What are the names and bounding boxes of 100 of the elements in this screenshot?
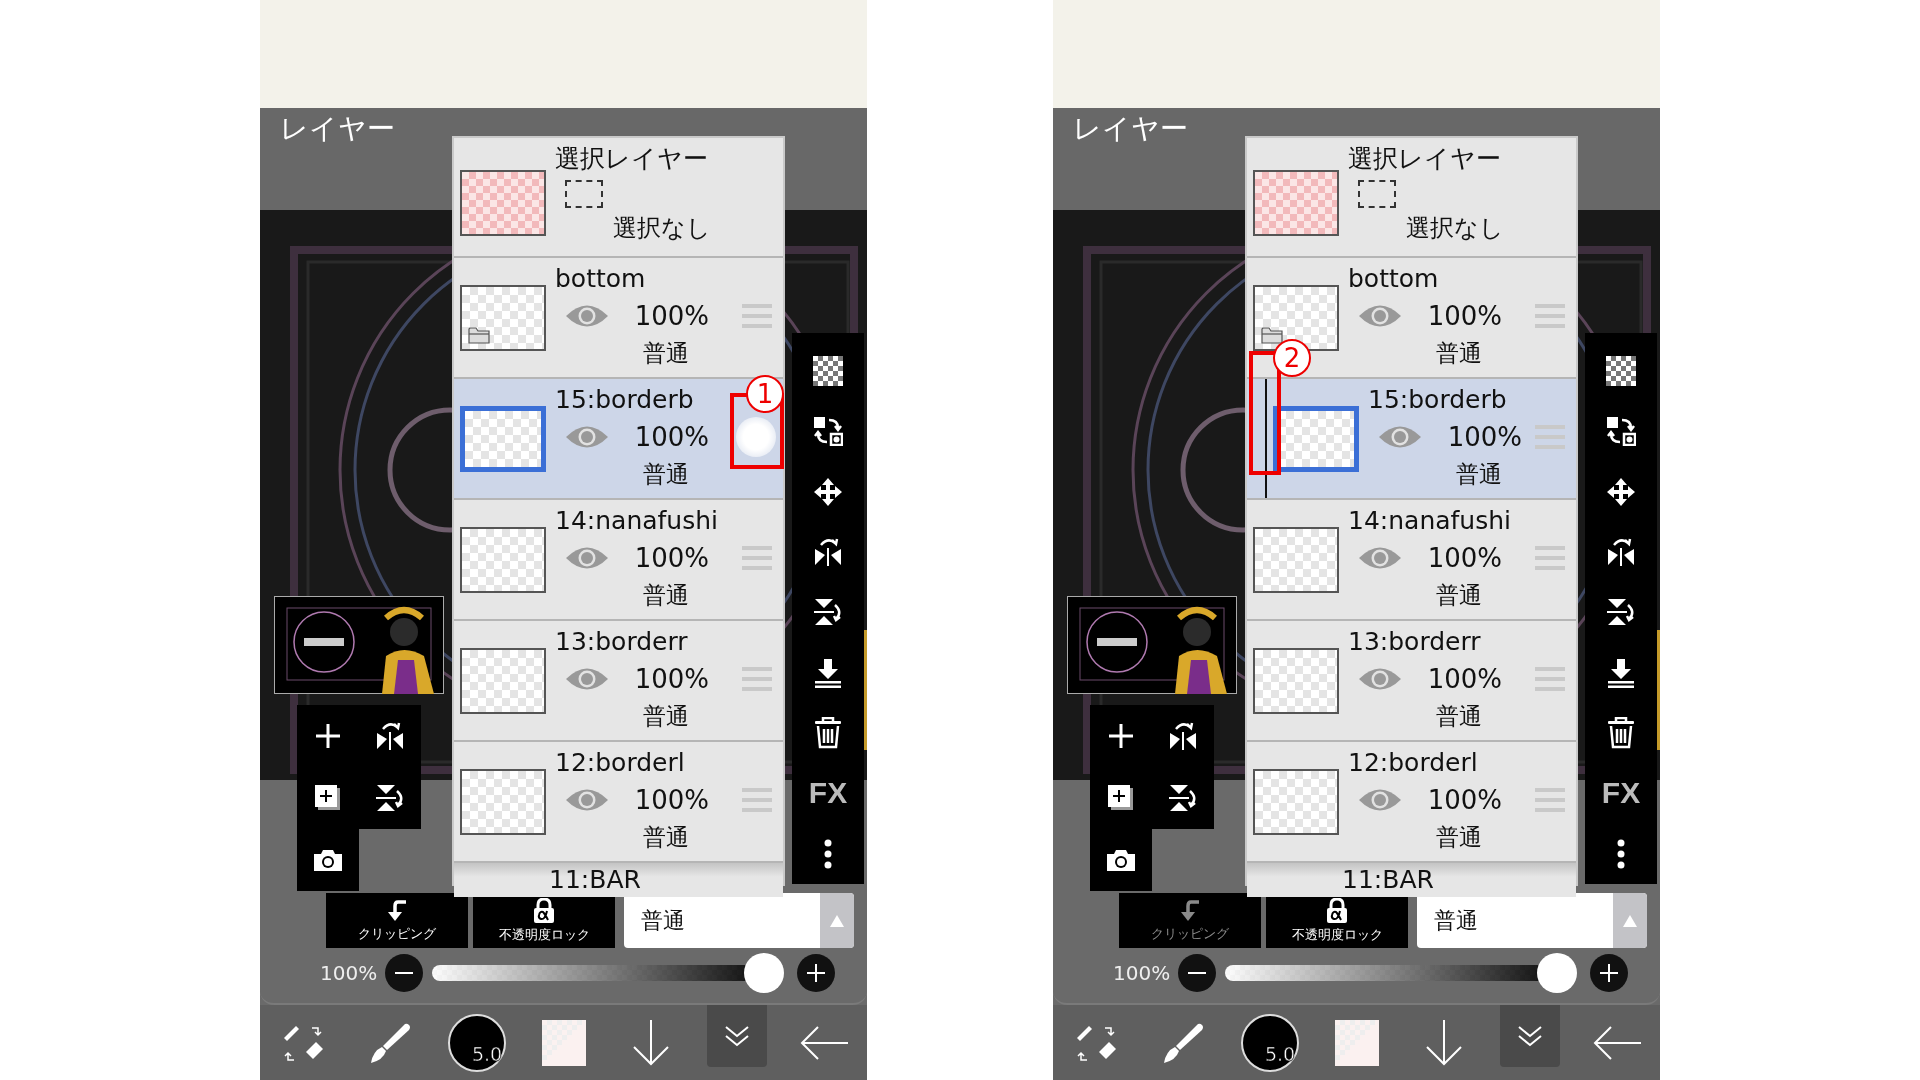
layer-name: 14:nanafushi [555,505,719,537]
layer-name: bottom [555,263,646,295]
flip-horizontal-icon[interactable] [375,721,405,751]
flip-vertical-icon[interactable] [375,783,405,813]
brush-size-button[interactable]: 5.0 [448,1013,507,1072]
blend-mode-value: 普通 [1433,906,1479,935]
layer-thumbnail[interactable] [1253,526,1339,593]
flip-horizontal-icon[interactable] [813,537,843,568]
flip-vertical-icon[interactable] [813,597,843,628]
clipping-button[interactable]: クリッピング [326,893,468,948]
padlock-alpha-icon [533,897,555,924]
drag-handle-icon[interactable] [1535,425,1565,449]
drag-handle-icon[interactable] [1535,667,1565,691]
blend-mode-label: 普通 [1436,581,1482,610]
swap-squares-icon[interactable] [813,416,843,447]
move-icon[interactable] [1606,476,1636,507]
blend-mode-dropdown[interactable]: 普通 [1417,893,1647,948]
layer-opacity: 100% [1426,785,1502,815]
drag-handle-icon[interactable] [1535,788,1565,812]
flip-horizontal-icon[interactable] [1168,721,1198,751]
selection-marquee-icon [565,180,603,208]
layer-opacity: 100% [633,422,709,452]
merge-down-icon[interactable] [1606,657,1636,688]
trash-icon[interactable] [1607,717,1635,750]
fx-button[interactable]: FX [808,776,848,811]
blend-mode-dropdown[interactable]: 普通 [624,893,854,948]
layer-opacity: 100% [633,543,709,573]
fx-button[interactable]: FX [1601,776,1641,811]
drag-handle-icon[interactable] [742,667,772,691]
flip-vertical-icon[interactable] [1168,783,1198,813]
add-layer-icon[interactable] [316,724,340,748]
slider-thumb[interactable] [744,953,784,993]
layer-thumbnail[interactable] [460,768,546,835]
layer-thumbnail[interactable] [460,647,546,714]
drag-handle-icon[interactable] [1535,546,1565,570]
checkerboard-icon[interactable] [1606,356,1636,387]
camera-icon[interactable] [1106,848,1136,872]
blend-mode-label: 普通 [643,339,689,368]
swap-squares-icon[interactable] [1606,416,1636,447]
layer-name: 15:borderb [555,384,694,416]
layer-name: 14:nanafushi [1348,505,1512,537]
clip-arrow-icon [1179,898,1201,923]
layer-row[interactable]: 15:borderb 100% 普通 [1247,379,1576,500]
color-swatch[interactable] [1334,1019,1379,1066]
minus-button-icon[interactable] [1177,953,1217,993]
double-chevron-down-icon [724,1025,751,1047]
opacity-slider[interactable] [432,953,784,993]
flip-vertical-icon[interactable] [1606,597,1636,628]
drag-handle-icon[interactable] [742,304,772,328]
duplicate-layer-icon[interactable] [1108,785,1134,811]
brush-icon[interactable] [369,1021,412,1064]
padlock-alpha-icon [1326,897,1348,924]
arrow-down-icon[interactable] [1423,1019,1464,1066]
triangle-up-icon [1623,914,1637,927]
brush-size-button[interactable]: 5.0 [1241,1013,1300,1072]
trash-icon[interactable] [814,717,842,750]
slider-thumb[interactable] [1537,953,1577,993]
checkerboard-icon[interactable] [813,356,843,387]
more-options-icon[interactable] [1617,838,1625,869]
brush-icon[interactable] [1162,1021,1205,1064]
move-icon[interactable] [813,476,843,507]
drag-handle-icon[interactable] [742,788,772,812]
collapse-button[interactable] [1500,1005,1561,1067]
layer-thumbnail[interactable] [1273,405,1359,472]
duplicate-layer-icon[interactable] [315,785,341,811]
blend-mode-label: 普通 [643,581,689,610]
selection-layer-row[interactable]: 選択レイヤー 選択なし [454,138,783,258]
blend-mode-label: 普通 [1436,339,1482,368]
add-layer-icon[interactable] [1109,724,1133,748]
layer-thumbnail[interactable] [460,284,546,351]
layer-opacity: 100% [1426,301,1502,331]
layer-thumbnail[interactable] [460,405,546,472]
drag-handle-icon[interactable] [742,546,772,570]
drag-handle-icon[interactable] [1535,304,1565,328]
flip-horizontal-icon[interactable] [1606,537,1636,568]
layer-thumbnail[interactable] [460,526,546,593]
layer-row[interactable]: 11:BAR [454,863,783,897]
back-arrow-icon[interactable] [1592,1025,1641,1060]
layer-row[interactable]: 11:BAR [1247,863,1576,897]
plus-button-icon[interactable] [796,953,836,993]
layer-thumbnail[interactable] [1253,647,1339,714]
plus-button-icon[interactable] [1589,953,1629,993]
layer-thumbnail[interactable] [1253,768,1339,835]
layer-opacity: 100% [1426,543,1502,573]
selection-status: 選択なし [1406,213,1504,244]
arrow-down-icon[interactable] [630,1019,671,1066]
layer-name: 15:borderb [1368,384,1507,416]
minus-button-icon[interactable] [384,953,424,993]
blend-mode-label: 普通 [643,460,689,489]
back-arrow-icon[interactable] [799,1025,848,1060]
blend-mode-label: 普通 [1456,460,1502,489]
blend-mode-label: 普通 [1436,702,1482,731]
color-swatch[interactable] [541,1019,586,1066]
collapse-button[interactable] [707,1005,768,1067]
merge-down-icon[interactable] [813,657,843,688]
camera-icon[interactable] [313,848,343,872]
selection-layer-row[interactable]: 選択レイヤー 選択なし [1247,138,1576,258]
more-options-icon[interactable] [824,838,832,869]
layer-opacity: 100% [633,785,709,815]
opacity-slider[interactable] [1225,953,1577,993]
